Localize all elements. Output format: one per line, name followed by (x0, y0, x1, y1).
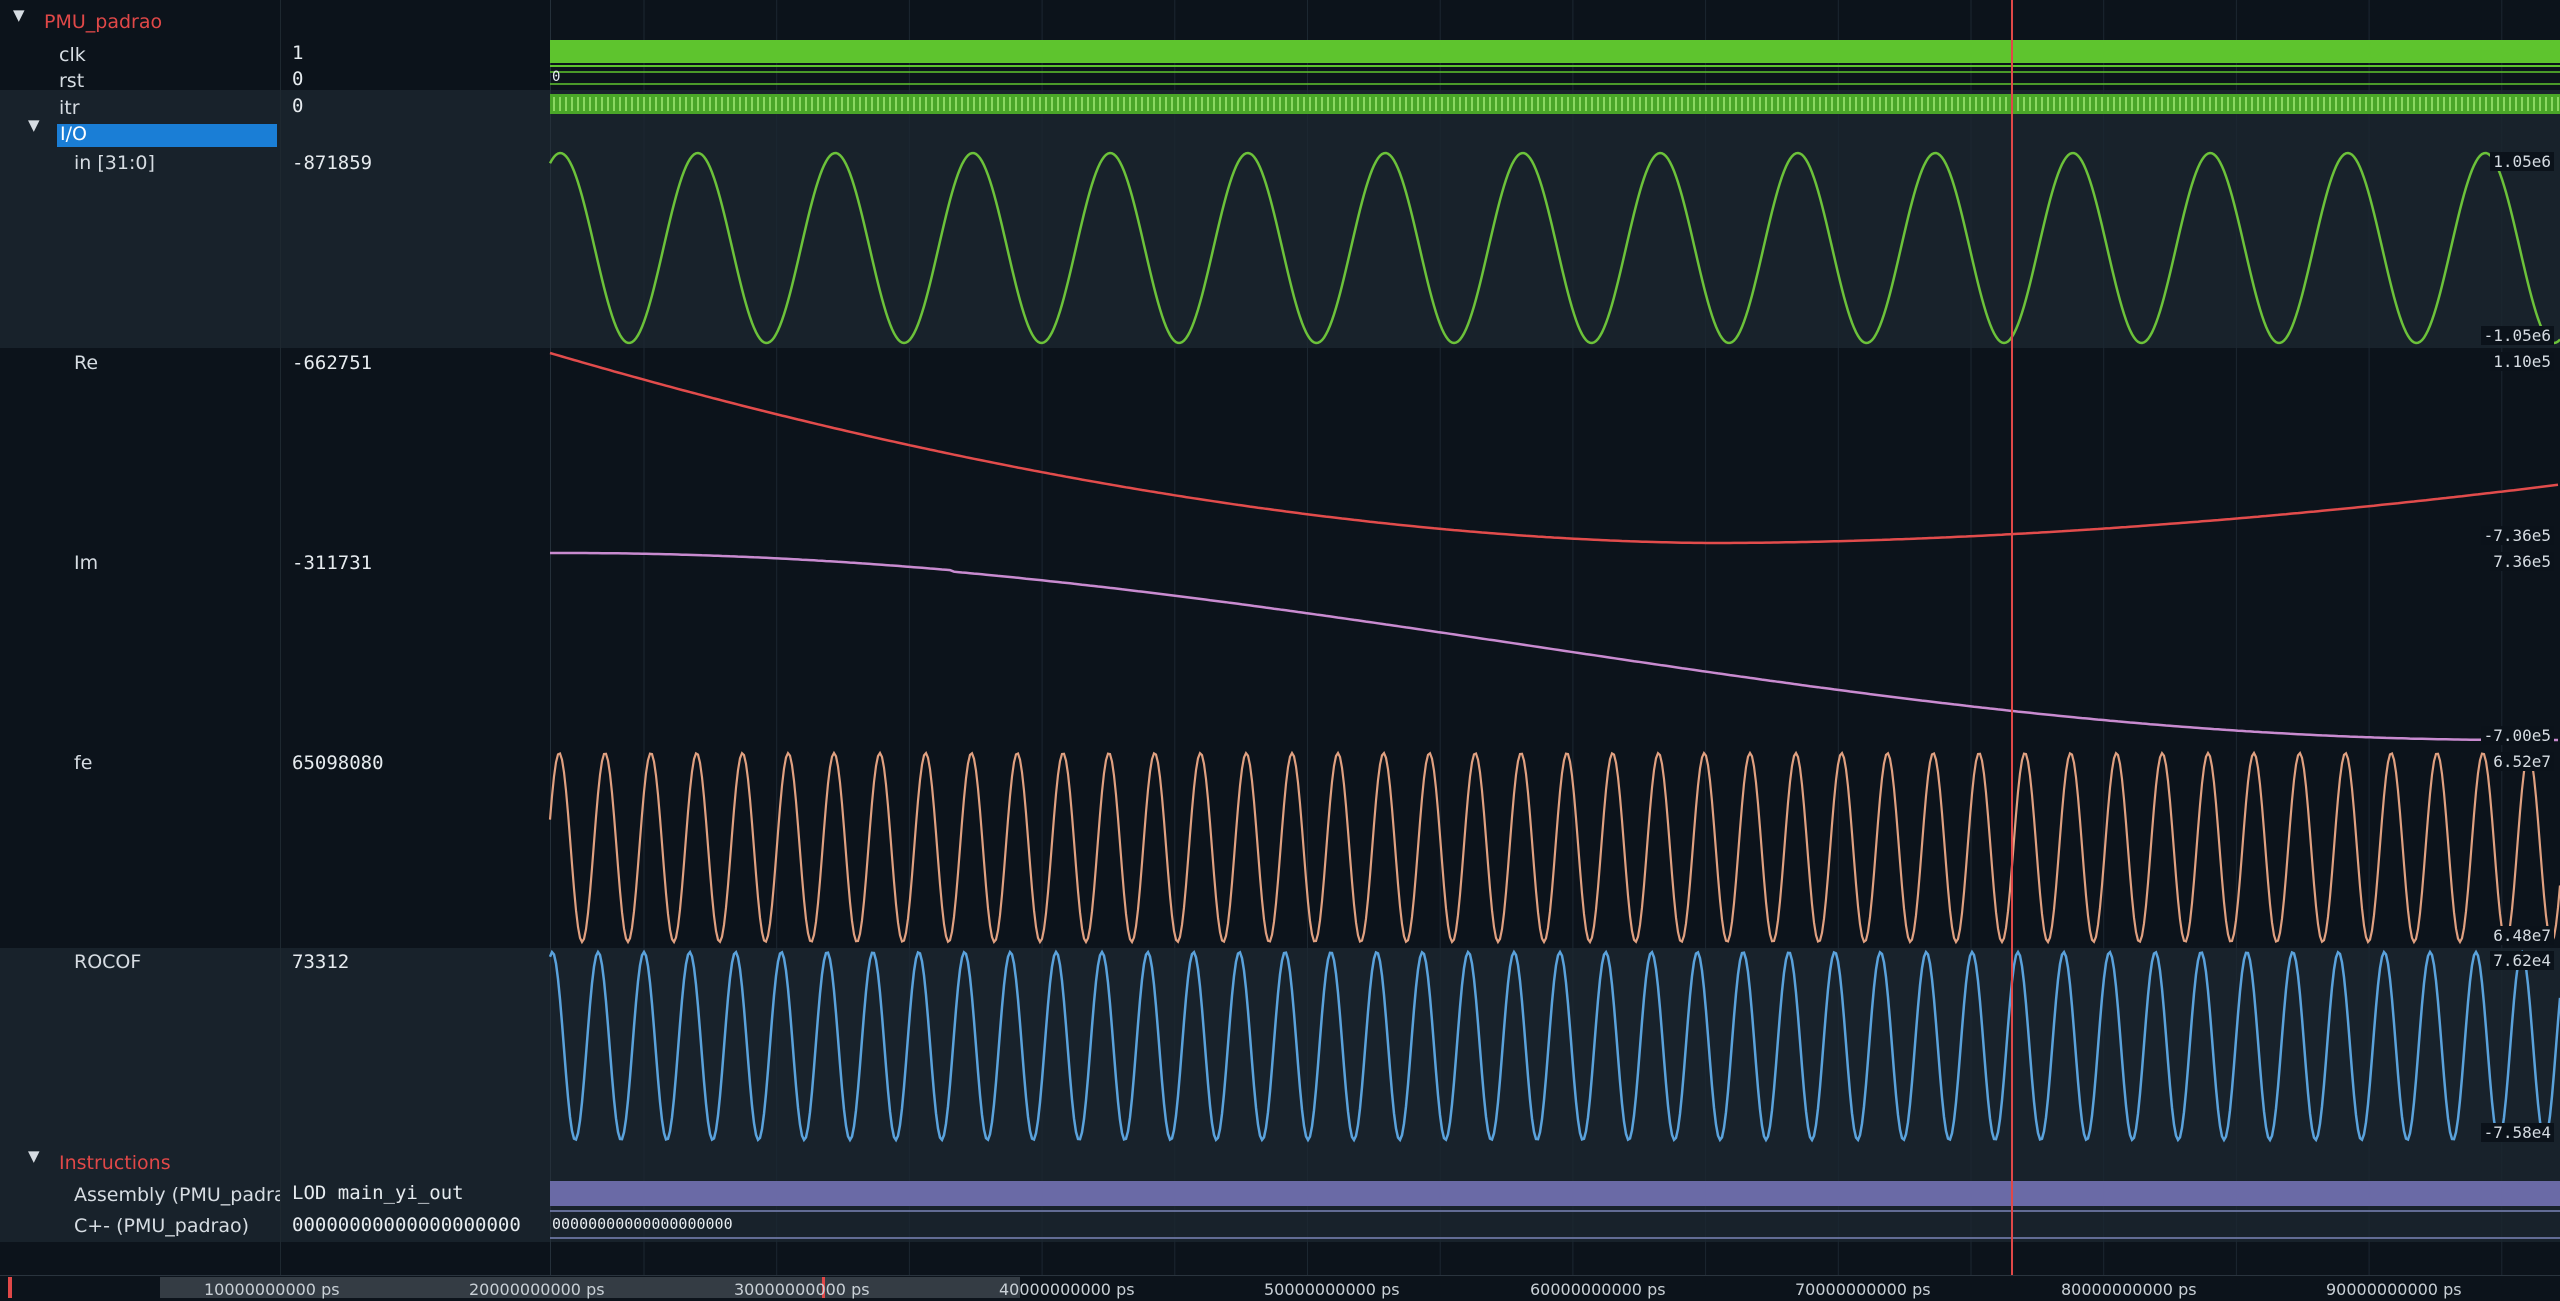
itr-wave-pulses (553, 97, 2559, 111)
rocof-wave (548, 949, 2560, 1143)
clk-wave (550, 40, 2560, 63)
timeline-tick: 90000000000 ps (2326, 1280, 2462, 1299)
timeline-tick: 30000000000 ps (734, 1280, 870, 1299)
timeline-tick: 50000000000 ps (1264, 1280, 1400, 1299)
waveform-canvas[interactable] (0, 0, 2560, 1275)
scale-min-in: -1.05e6 (2480, 326, 2554, 345)
re-wave (549, 351, 2559, 545)
scale-min-rocof: -7.58e4 (2480, 1123, 2554, 1142)
scale-min-re: -7.36e5 (2480, 526, 2554, 545)
assembly-wave (550, 1181, 2560, 1206)
scale-max-fe: 6.52e7 (2490, 752, 2554, 771)
time-grid (643, 0, 2503, 1275)
timeline-start-marker (8, 1277, 12, 1298)
rst-wave-label: 0 (552, 69, 561, 85)
timeline-tick: 20000000000 ps (469, 1280, 605, 1299)
timeline-tick: 70000000000 ps (1795, 1280, 1931, 1299)
cplus-wave-label: 00000000000000000000 (552, 1215, 733, 1233)
scale-max-in: 1.05e6 (2490, 152, 2554, 171)
fe-wave (548, 750, 2560, 945)
im-wave (550, 551, 2558, 742)
timeline-tick: 80000000000 ps (2061, 1280, 2197, 1299)
scale-max-re: 1.10e5 (2490, 352, 2554, 371)
scale-min-im: -7.00e5 (2480, 726, 2554, 745)
scale-max-rocof: 7.62e4 (2490, 951, 2554, 970)
scale-max-im: 7.36e5 (2490, 552, 2554, 571)
scale-min-fe: 6.48e7 (2490, 926, 2554, 945)
in-wave (548, 151, 2560, 345)
timeline-tick: 10000000000 ps (204, 1280, 340, 1299)
timeline-tick: 40000000000 ps (999, 1280, 1135, 1299)
timeline-tick: 60000000000 ps (1530, 1280, 1666, 1299)
